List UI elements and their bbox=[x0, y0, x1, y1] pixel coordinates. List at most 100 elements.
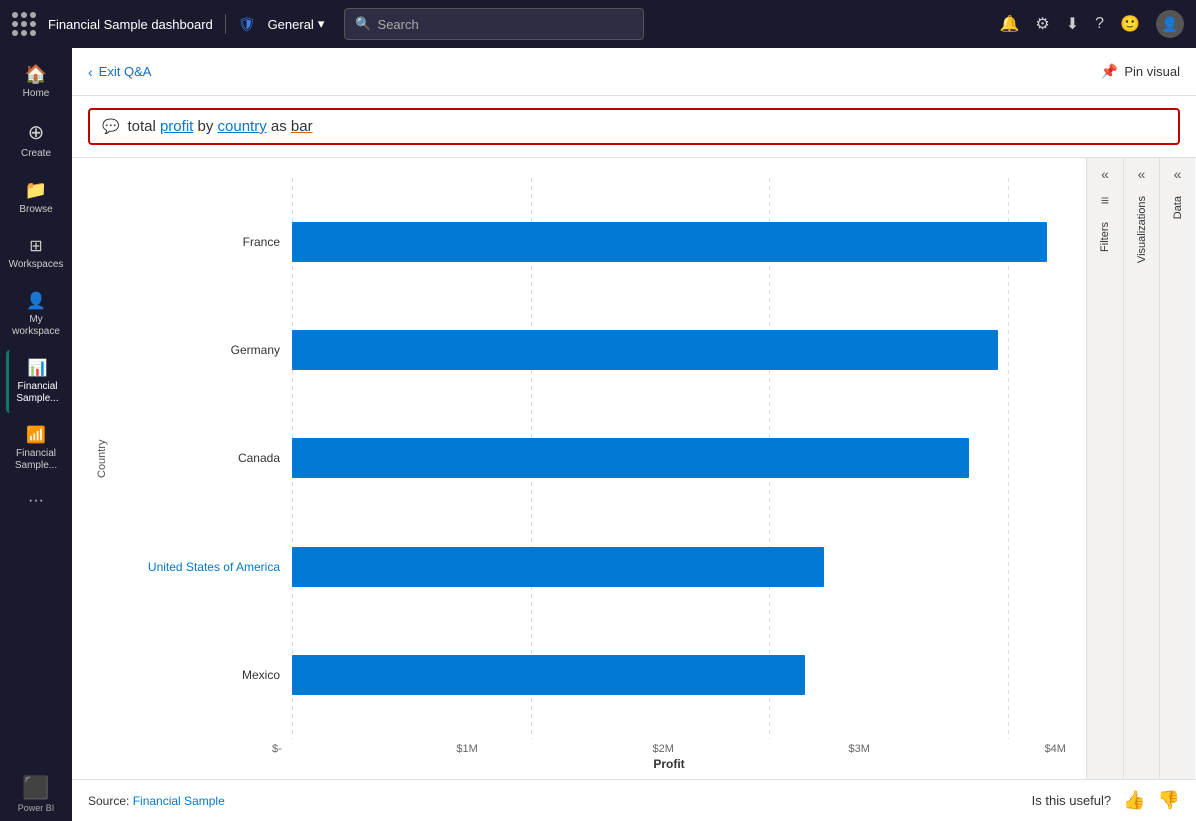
settings-icon[interactable]: ⚙ bbox=[1035, 14, 1049, 34]
powerbi-label: Power BI bbox=[6, 803, 66, 813]
right-panels: « ≡ Filters « Visualizations « Data bbox=[1086, 158, 1196, 779]
filters-label[interactable]: Filters bbox=[1099, 222, 1111, 252]
bar-row-canada: Canada bbox=[112, 432, 1066, 484]
top-navigation: Financial Sample dashboard 🛡 General ▾ 🔍… bbox=[0, 0, 1196, 48]
search-input[interactable] bbox=[378, 17, 634, 32]
sidebar-item-more[interactable]: ··· bbox=[6, 484, 66, 518]
main-content: ‹ Exit Q&A 📌 Pin visual 💬 total profit b… bbox=[72, 48, 1196, 821]
chart-container: Country France bbox=[92, 178, 1066, 779]
more-icon: ··· bbox=[28, 492, 44, 510]
powerbi-logo: ⬛ bbox=[22, 775, 49, 801]
financial-report-icon: 📶 bbox=[26, 425, 46, 445]
nav-icons: 🔔 ⚙ ⬇ ? 🙂 👤 bbox=[1000, 10, 1185, 38]
qna-header: ‹ Exit Q&A 📌 Pin visual bbox=[72, 48, 1196, 96]
source-text: Source: Financial Sample bbox=[88, 794, 225, 808]
query-profit: profit bbox=[160, 118, 193, 135]
myworkspace-icon: 👤 bbox=[26, 291, 46, 311]
chart-main: Country France bbox=[72, 158, 1086, 779]
create-icon: ⊕ bbox=[28, 120, 45, 145]
app-grid-icon[interactable] bbox=[12, 12, 36, 36]
browse-icon: 📁 bbox=[25, 180, 47, 201]
bar-label-germany: Germany bbox=[112, 343, 292, 357]
visualizations-label[interactable]: Visualizations bbox=[1136, 196, 1148, 263]
filters-panel-tab[interactable]: « ≡ Filters bbox=[1087, 158, 1123, 779]
financial-dashboard-icon: 📊 bbox=[28, 358, 48, 378]
x-tick-3m: $3M bbox=[849, 743, 870, 755]
bar-usa bbox=[292, 547, 824, 587]
collapse-data-icon[interactable]: « bbox=[1174, 166, 1182, 182]
collapse-visualizations-icon[interactable]: « bbox=[1138, 166, 1146, 182]
bar-wrapper-france bbox=[292, 222, 1066, 262]
bar-mexico bbox=[292, 655, 805, 695]
qna-input-container: 💬 total profit by country as bar bbox=[72, 96, 1196, 158]
bottom-bar: Source: Financial Sample Is this useful?… bbox=[72, 779, 1196, 821]
feedback-question: Is this useful? bbox=[1032, 793, 1112, 808]
avatar[interactable]: 👤 bbox=[1156, 10, 1184, 38]
y-axis-label: Country bbox=[92, 178, 112, 739]
bar-canada bbox=[292, 438, 969, 478]
main-layout: 🏠 Home ⊕ Create 📁 Browse ⊞ Workspaces 👤 … bbox=[0, 48, 1196, 821]
powerbi-logo-area: ⬛ bbox=[6, 773, 66, 803]
feedback-icon[interactable]: 🙂 bbox=[1120, 14, 1140, 34]
bar-germany bbox=[292, 330, 998, 370]
sidebar-item-browse[interactable]: 📁 Browse bbox=[6, 172, 66, 224]
dashboard-title: Financial Sample dashboard bbox=[48, 17, 213, 32]
bar-label-mexico: Mexico bbox=[112, 668, 292, 682]
search-box[interactable]: 🔍 bbox=[344, 8, 644, 40]
sidebar: 🏠 Home ⊕ Create 📁 Browse ⊞ Workspaces 👤 … bbox=[0, 48, 72, 821]
pin-visual-button[interactable]: 📌 Pin visual bbox=[1101, 63, 1180, 80]
bar-row-mexico: Mexico bbox=[112, 649, 1066, 701]
exit-qna-button[interactable]: ‹ Exit Q&A bbox=[88, 64, 151, 80]
sidebar-item-myworkspace[interactable]: 👤 My workspace bbox=[6, 283, 66, 346]
bar-chart: France Germany bbox=[112, 178, 1066, 739]
notification-icon[interactable]: 🔔 bbox=[1000, 14, 1020, 34]
qna-input-box[interactable]: 💬 total profit by country as bar bbox=[88, 108, 1180, 145]
bar-row-usa: United States of America bbox=[112, 541, 1066, 593]
x-tick-4m: $4M bbox=[1045, 743, 1066, 755]
bar-wrapper-canada bbox=[292, 438, 1066, 478]
help-icon[interactable]: ? bbox=[1095, 15, 1104, 33]
chat-icon: 💬 bbox=[102, 118, 119, 135]
bar-france bbox=[292, 222, 1047, 262]
bar-wrapper-mexico bbox=[292, 655, 1066, 695]
chart-inner: Country France bbox=[92, 178, 1066, 739]
data-label[interactable]: Data bbox=[1172, 196, 1184, 219]
back-arrow-icon: ‹ bbox=[88, 64, 93, 80]
filter-lines-icon: ≡ bbox=[1101, 192, 1109, 208]
chart-area: Country France bbox=[72, 158, 1196, 779]
x-axis-area: $- $1M $2M $3M $4M bbox=[92, 739, 1066, 755]
sidebar-item-home[interactable]: 🏠 Home bbox=[6, 56, 66, 108]
thumbs-down-icon[interactable]: 👎 bbox=[1158, 790, 1180, 811]
sidebar-item-create[interactable]: ⊕ Create bbox=[6, 112, 66, 168]
sidebar-item-workspaces[interactable]: ⊞ Workspaces bbox=[6, 228, 66, 279]
pin-icon: 📌 bbox=[1101, 63, 1118, 80]
bar-row-germany: Germany bbox=[112, 324, 1066, 376]
bar-row-france: France bbox=[112, 216, 1066, 268]
bar-label-canada: Canada bbox=[112, 451, 292, 465]
shield-icon: 🛡 bbox=[238, 16, 256, 33]
x-axis-label: Profit bbox=[92, 757, 1066, 771]
data-panel-tab[interactable]: « Data bbox=[1159, 158, 1195, 779]
download-icon[interactable]: ⬇ bbox=[1066, 14, 1079, 34]
chevron-down-icon: ▾ bbox=[318, 16, 325, 32]
x-axis-ticks: $- $1M $2M $3M $4M bbox=[272, 743, 1066, 755]
x-tick-1m: $1M bbox=[456, 743, 477, 755]
workspaces-icon: ⊞ bbox=[29, 236, 42, 256]
home-icon: 🏠 bbox=[25, 64, 47, 85]
bar-wrapper-usa bbox=[292, 547, 1066, 587]
general-dropdown[interactable]: General ▾ bbox=[268, 16, 325, 32]
collapse-filters-icon[interactable]: « bbox=[1101, 166, 1109, 182]
x-tick-0: $- bbox=[272, 743, 282, 755]
source-link[interactable]: Financial Sample bbox=[133, 794, 225, 808]
thumbs-up-icon[interactable]: 👍 bbox=[1123, 790, 1145, 811]
nav-divider bbox=[225, 14, 226, 34]
bar-label-usa: United States of America bbox=[112, 560, 292, 574]
bar-wrapper-germany bbox=[292, 330, 1066, 370]
sidebar-bottom: ⬛ Power BI bbox=[6, 773, 66, 813]
sidebar-item-financial-report[interactable]: 📶 Financial Sample... bbox=[6, 417, 66, 480]
sidebar-item-financial-dashboard[interactable]: 📊 Financial Sample... bbox=[6, 350, 66, 413]
visualizations-panel-tab[interactable]: « Visualizations bbox=[1123, 158, 1159, 779]
query-country: country bbox=[218, 118, 267, 135]
bar-label-france: France bbox=[112, 235, 292, 249]
qna-query-text: total profit by country as bar bbox=[127, 118, 312, 135]
